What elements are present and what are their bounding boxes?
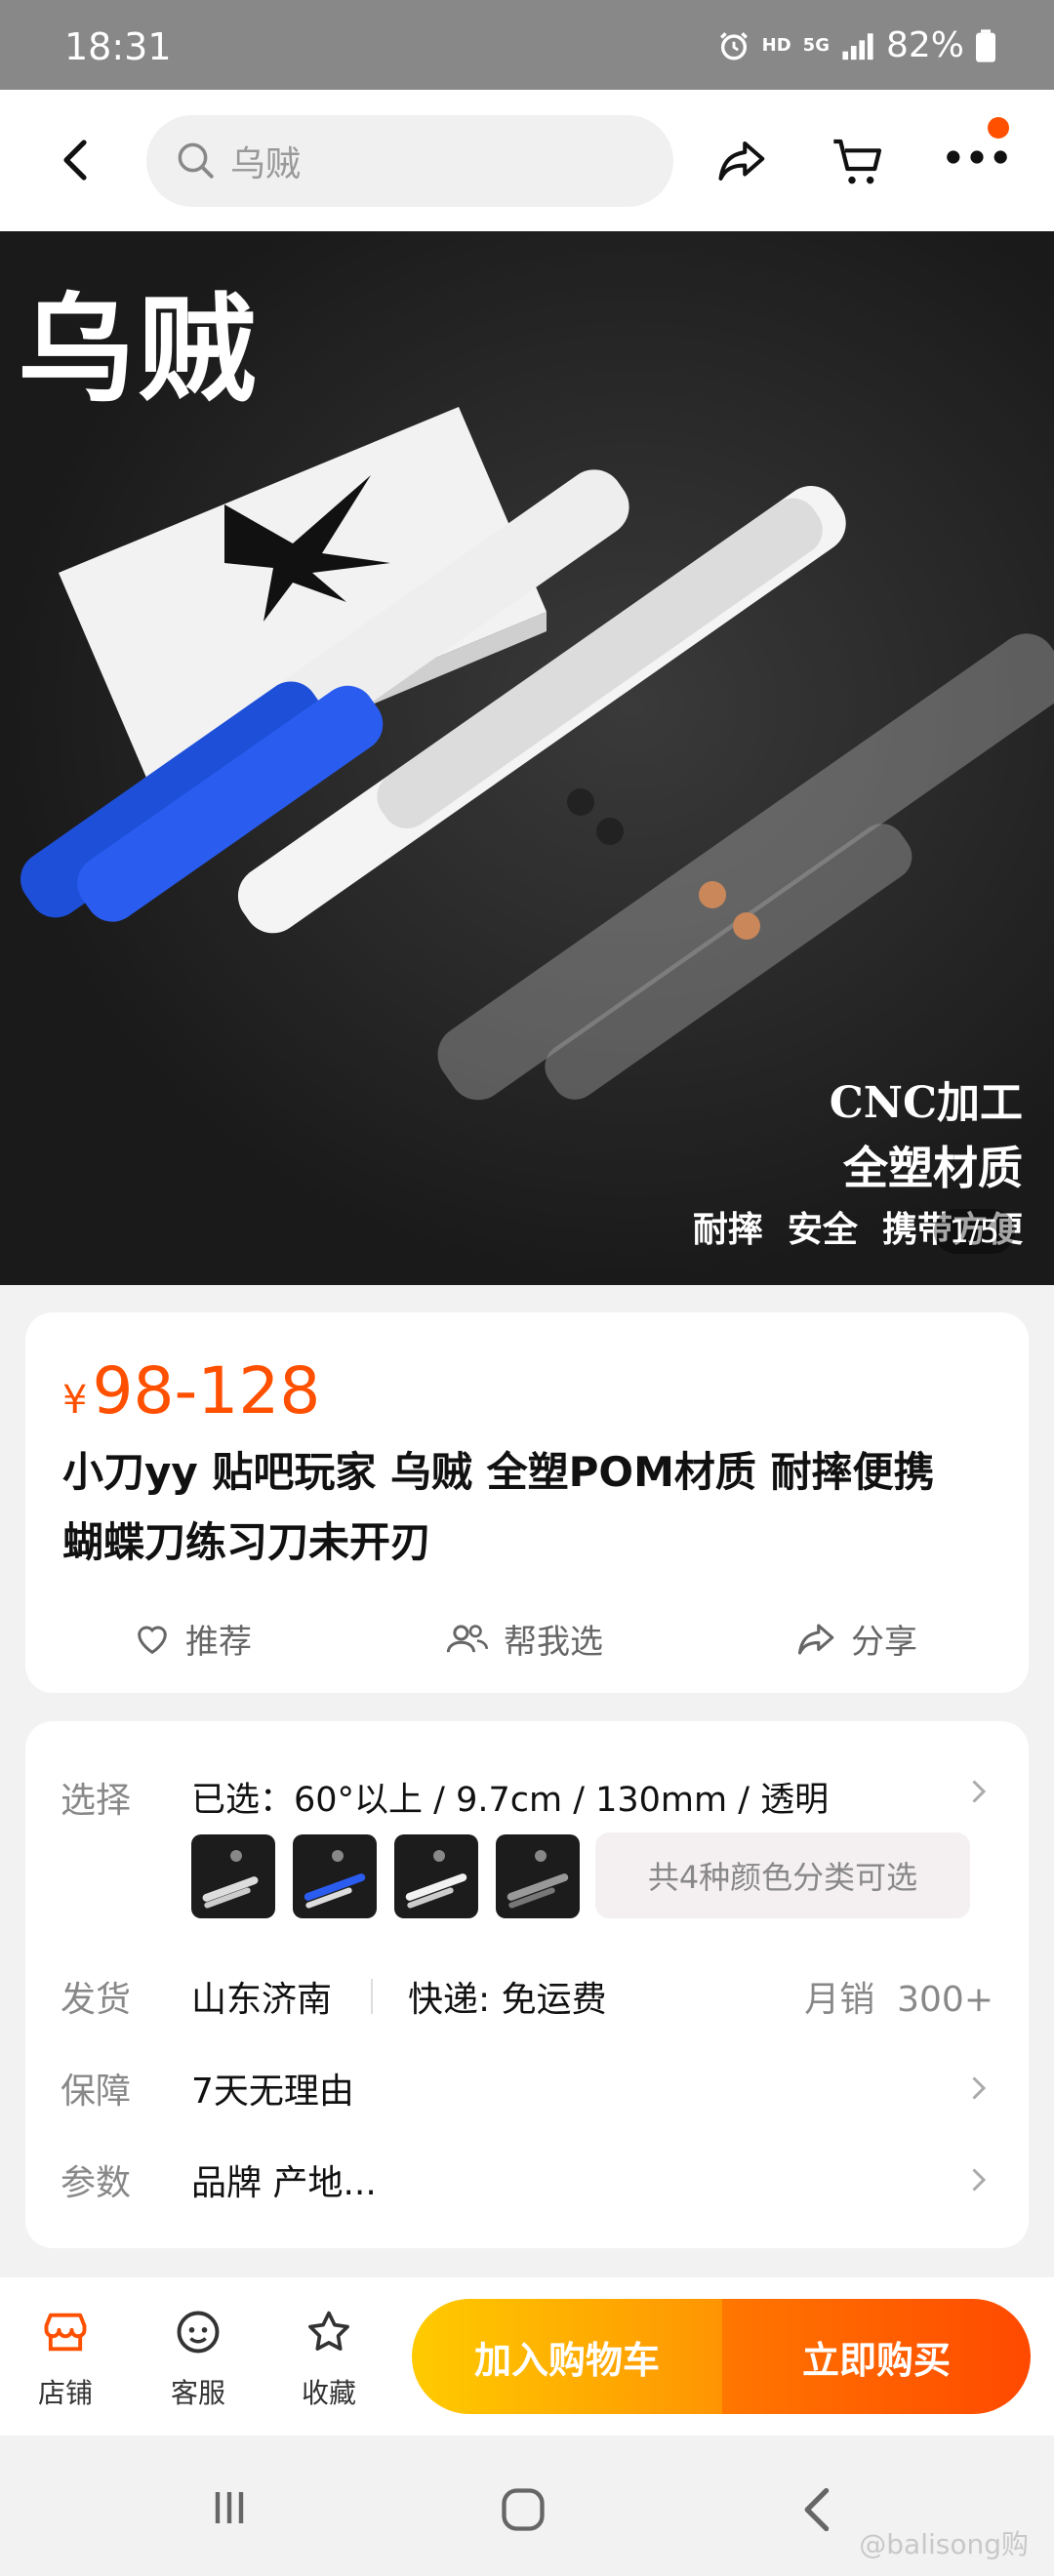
hero-caption-2: 全塑材质 <box>843 1142 1023 1194</box>
price: ¥ 98-128 <box>62 1353 320 1429</box>
share-label: 分享 <box>851 1623 917 1662</box>
variant-thumb-4[interactable] <box>496 1834 580 1918</box>
alarm-icon <box>719 31 748 60</box>
price-value: 98-128 <box>92 1353 321 1429</box>
guarantee-label: 保障 <box>61 2072 132 2112</box>
search-icon <box>178 142 214 179</box>
params-label: 参数 <box>61 2163 132 2203</box>
recents-icon[interactable] <box>205 2484 254 2531</box>
shipping-row: 发货 山东济南 快递: 免运费 月销 300+ <box>25 1965 1029 2026</box>
watermark: @balisong购 <box>859 2528 1029 2560</box>
share-icon[interactable] <box>716 137 769 185</box>
system-back-icon[interactable] <box>798 2484 837 2535</box>
status-bar: 18:31 HD 5G 82% <box>0 0 1054 90</box>
share-icon <box>797 1623 834 1655</box>
bottom-action-bar: 店铺 客服 收藏 加入购物车 立即购买 <box>0 2277 1054 2435</box>
product-title: 小刀yy 贴吧玩家 乌贼 全塑POM材质 耐摔便携 蝴蝶刀练习刀未开刃 <box>62 1437 999 1578</box>
monthly-sales: 月销 300+ <box>804 1980 993 2020</box>
service-label: 客服 <box>170 2377 225 2409</box>
ship-origin: 山东济南 <box>191 1980 333 2020</box>
favorite-label: 收藏 <box>301 2377 356 2409</box>
status-icons: HD 5G 82% <box>717 25 995 65</box>
battery-icon <box>976 28 995 62</box>
variant-thumb-image <box>304 1850 366 1909</box>
product-info-card: ¥ 98-128 小刀yy 贴吧玩家 乌贼 全塑POM材质 耐摔便携 蝴蝶刀练习… <box>25 1312 1029 1693</box>
currency-symbol: ¥ <box>62 1378 88 1423</box>
ship-label: 发货 <box>61 1980 132 2020</box>
add-to-cart-button[interactable]: 加入购物车 <box>412 2299 722 2414</box>
product-title-line1: 小刀yy 贴吧玩家 乌贼 全塑POM材质 耐摔便携 <box>62 1448 935 1496</box>
guarantee-value: 7天无理由 <box>191 2072 354 2112</box>
store-label: 店铺 <box>37 2377 93 2409</box>
hero-title-text: 乌贼 <box>18 281 260 419</box>
image-counter: 1/5 <box>933 1209 1015 1254</box>
recommend-label: 推荐 <box>185 1623 252 1662</box>
service-icon <box>177 2311 220 2354</box>
search-bar[interactable]: 乌贼 <box>146 115 673 207</box>
divider <box>371 1979 373 2014</box>
product-title-line2: 蝴蝶刀练习刀未开刃 <box>62 1518 432 1566</box>
variant-thumb-2[interactable] <box>293 1834 377 1918</box>
variant-thumb-image <box>507 1850 569 1909</box>
cart-icon[interactable] <box>831 135 886 189</box>
system-nav-bar: @balisong购 <box>0 2435 1054 2576</box>
help-me-choose-button[interactable]: 帮我选 <box>445 1615 603 1663</box>
params-value: 品牌 产地... <box>191 2163 377 2203</box>
share-action-button[interactable]: 分享 <box>796 1615 917 1663</box>
star-icon <box>308 2311 349 2351</box>
guarantee-row[interactable]: 保障 7天无理由 <box>25 2057 1029 2117</box>
people-icon <box>446 1624 489 1652</box>
buy-now-button[interactable]: 立即购买 <box>722 2299 1031 2414</box>
top-nav-bar: 乌贼 <box>0 90 1054 231</box>
hd-indicator: HD <box>761 34 791 56</box>
search-text: 乌贼 <box>230 144 302 184</box>
chevron-right-icon <box>972 1780 987 1803</box>
help-me-choose-label: 帮我选 <box>504 1623 603 1662</box>
variant-count-pill[interactable]: 共4种颜色分类可选 <box>595 1832 970 1918</box>
store-tab[interactable]: 店铺 <box>21 2307 109 2411</box>
ship-express: 快递: 免运费 <box>408 1980 607 2020</box>
chevron-right-icon <box>972 2168 987 2192</box>
signal-icon <box>842 32 873 60</box>
variant-thumb-image <box>405 1850 467 1909</box>
service-tab[interactable]: 客服 <box>154 2307 242 2411</box>
notification-dot <box>988 117 1009 139</box>
select-label: 选择 <box>61 1781 132 1821</box>
favorite-tab[interactable]: 收藏 <box>285 2307 373 2411</box>
select-value: 已选：60°以上 / 9.7cm / 130mm / 透明 <box>191 1781 830 1820</box>
back-icon[interactable] <box>57 137 96 183</box>
home-icon[interactable] <box>498 2484 548 2535</box>
variant-thumb-3[interactable] <box>394 1834 478 1918</box>
product-image-carousel[interactable]: 乌贼 CNC加工 全塑材质 耐摔 安全 携带方便 1/5 <box>0 231 1054 1285</box>
chevron-right-icon <box>972 2076 987 2100</box>
store-icon <box>44 2313 87 2352</box>
network-indicator: 5G <box>802 34 830 56</box>
status-time: 18:31 <box>64 25 172 68</box>
variant-thumb-image <box>202 1850 259 1909</box>
battery-percent: 82% <box>885 25 964 65</box>
recommend-button[interactable]: 推荐 <box>133 1615 252 1663</box>
params-row[interactable]: 参数 品牌 产地... <box>25 2149 1029 2209</box>
variant-thumb-1[interactable] <box>191 1834 275 1918</box>
hero-caption-1: CNC加工 <box>829 1078 1023 1128</box>
heart-icon <box>138 1626 167 1654</box>
more-icon[interactable] <box>945 144 1009 170</box>
product-actions: 推荐 帮我选 分享 <box>25 1605 1029 1675</box>
